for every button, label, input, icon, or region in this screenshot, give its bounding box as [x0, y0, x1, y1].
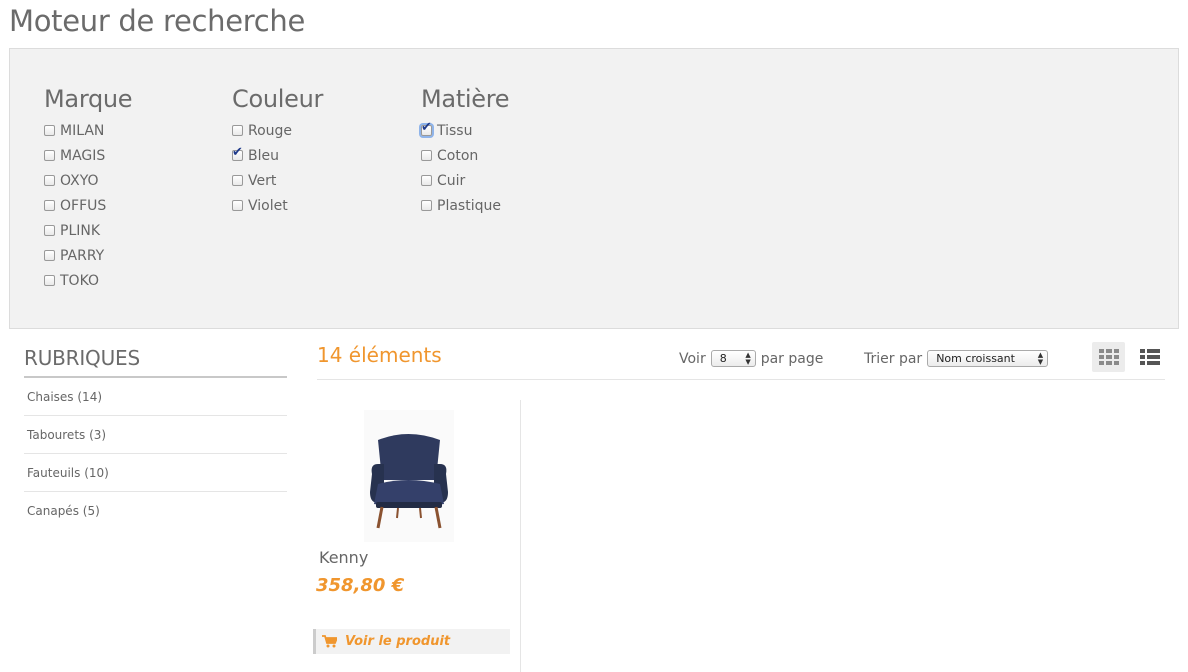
armchair-icon [370, 434, 448, 529]
filter-option-tissu[interactable]: Tissu [421, 118, 509, 143]
filter-option-label: Cuir [437, 172, 466, 189]
sidebar-item-canapes[interactable]: Canapés (5) [24, 492, 287, 530]
sort-value: Nom croissant [936, 352, 1015, 365]
filter-group-title: Marque [44, 85, 133, 113]
category-list: Chaises (14) Tabourets (3) Fauteuils (10… [24, 378, 287, 530]
results-toolbar: 14 éléments Voir 8 ▲ ▼ par page Trier par… [317, 340, 1165, 380]
filter-option-plink[interactable]: PLINK [44, 218, 132, 243]
filter-option-label: MILAN [60, 122, 105, 139]
filter-option-label: OFFUS [60, 197, 107, 214]
filter-option-label: PARRY [60, 247, 105, 264]
filter-checkbox[interactable] [421, 200, 432, 211]
filter-group-matiere: Matière Tissu Coton Cuir Plastique [421, 85, 510, 218]
filter-option-label: Plastique [437, 197, 501, 214]
per-page-label: Voir [679, 350, 706, 367]
filter-option-label: TOKO [60, 272, 100, 289]
product-name[interactable]: Kenny [319, 548, 368, 567]
filter-checkbox[interactable] [44, 250, 55, 261]
filter-option-label: Vert [248, 172, 277, 189]
product-price: 358,80 € [316, 575, 405, 596]
per-page-suffix: par page [760, 350, 824, 367]
filter-option-parry[interactable]: PARRY [44, 243, 132, 268]
filter-option-coton[interactable]: Coton [421, 143, 509, 168]
filter-checkbox[interactable] [232, 175, 243, 186]
list-view-icon [1140, 349, 1160, 365]
filter-option-oxyo[interactable]: OXYO [44, 168, 132, 193]
page-title: Moteur de recherche [9, 4, 306, 38]
filter-option-label: Violet [248, 197, 288, 214]
filter-option-milan[interactable]: MILAN [44, 118, 132, 143]
filter-option-offus[interactable]: OFFUS [44, 193, 132, 218]
list-view-button[interactable] [1135, 342, 1165, 372]
filter-checkbox[interactable] [421, 120, 432, 136]
filter-option-label: PLINK [60, 222, 101, 239]
filter-checkbox[interactable] [44, 275, 55, 286]
filter-option-label: Rouge [248, 122, 293, 139]
per-page-value: 8 [719, 352, 727, 365]
filter-checkbox[interactable] [44, 150, 55, 161]
filter-group-title: Matière [421, 85, 510, 113]
filter-group-couleur: Couleur Rouge Bleu Vert Violet [232, 85, 323, 218]
grid-view-icon [1098, 349, 1119, 365]
sidebar-item-chaises[interactable]: Chaises (14) [24, 378, 287, 416]
sidebar-rubriques: RUBRIQUES Chaises (14) Tabourets (3) Fau… [24, 346, 287, 530]
sidebar-item-tabourets[interactable]: Tabourets (3) [24, 416, 287, 454]
filter-option-label: OXYO [60, 172, 99, 189]
grid-view-button[interactable] [1092, 342, 1125, 372]
filter-checkbox[interactable] [421, 175, 432, 186]
filter-checkbox[interactable] [44, 200, 55, 211]
sort-control: Trier par Nom croissant ▲ ▼ [864, 350, 1053, 367]
search-filter-panel: Marque MILAN MAGIS OXYO OFFUS PLINK PARRY TOKO… [9, 48, 1179, 329]
filter-checkbox[interactable] [44, 125, 55, 136]
filter-option-label: MAGIS [60, 147, 106, 164]
sort-select[interactable]: Nom croissant ▲ ▼ [927, 350, 1049, 367]
filter-option-label: Coton [437, 147, 479, 164]
result-count: 14 éléments [317, 343, 442, 367]
filter-option-bleu[interactable]: Bleu [232, 143, 323, 168]
filter-option-plastique[interactable]: Plastique [421, 193, 509, 218]
view-product-label: Voir le produit [345, 634, 451, 649]
filter-option-toko[interactable]: TOKO [44, 268, 132, 293]
sidebar-item-fauteuils[interactable]: Fauteuils (10) [24, 454, 287, 492]
per-page-control: Voir 8 ▲ ▼ par page [679, 350, 823, 367]
view-product-button[interactable]: Voir le produit [313, 629, 510, 654]
product-image[interactable] [364, 410, 454, 542]
filter-checkbox[interactable] [232, 145, 243, 161]
filter-option-label: Bleu [248, 147, 279, 164]
filter-option-violet[interactable]: Violet [232, 193, 323, 218]
filter-checkbox[interactable] [232, 200, 243, 211]
filter-option-vert[interactable]: Vert [232, 168, 323, 193]
filter-group-marque: Marque MILAN MAGIS OXYO OFFUS PLINK PARRY TOKO [44, 85, 133, 293]
sidebar-title: RUBRIQUES [24, 346, 287, 378]
filter-checkbox[interactable] [44, 225, 55, 236]
filter-option-rouge[interactable]: Rouge [232, 118, 323, 143]
filter-checkbox[interactable] [232, 125, 243, 136]
filter-option-magis[interactable]: MAGIS [44, 143, 132, 168]
filter-option-label: Tissu [437, 122, 473, 139]
filter-checkbox[interactable] [44, 175, 55, 186]
product-card: Kenny 358,80 € Voir le produit [313, 400, 521, 672]
select-arrows-icon: ▲ ▼ [745, 350, 751, 366]
filter-option-cuir[interactable]: Cuir [421, 168, 509, 193]
select-arrows-icon: ▲ ▼ [1037, 350, 1044, 366]
filter-checkbox[interactable] [421, 150, 432, 161]
filter-group-title: Couleur [232, 85, 324, 113]
cart-icon [322, 635, 337, 648]
per-page-select[interactable]: 8 ▲ ▼ [710, 350, 756, 367]
sort-label: Trier par [864, 350, 923, 367]
